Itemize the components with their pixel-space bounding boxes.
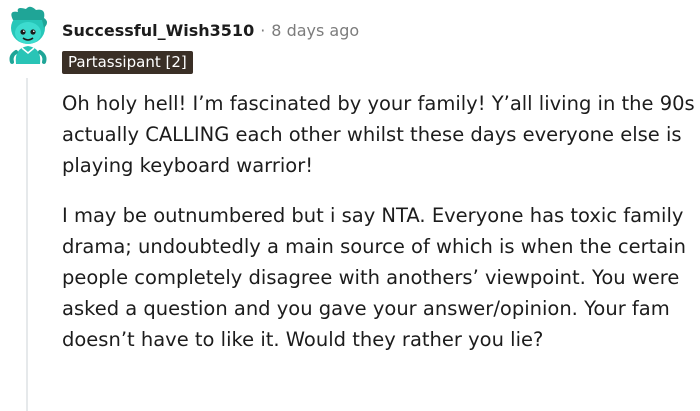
comment-body: Oh holy hell! I’m fascinated by your fam… xyxy=(62,88,698,374)
snoo-avatar-icon xyxy=(9,6,48,64)
comment-paragraph: I may be outnumbered but i say NTA. Ever… xyxy=(62,204,686,351)
comment-paragraph: Oh holy hell! I’m fascinated by your fam… xyxy=(62,92,695,177)
user-avatar[interactable] xyxy=(4,6,52,68)
user-flair: Partassipant [2] xyxy=(62,51,193,74)
thread-line[interactable] xyxy=(26,78,28,411)
username-link[interactable]: Successful_Wish3510 xyxy=(62,19,254,43)
meta-separator: · xyxy=(260,21,266,40)
comment: Successful_Wish3510 · 8 days ago Partass… xyxy=(0,0,700,411)
timestamp[interactable]: 8 days ago xyxy=(271,19,359,43)
comment-meta: Successful_Wish3510 · 8 days ago xyxy=(62,19,359,43)
